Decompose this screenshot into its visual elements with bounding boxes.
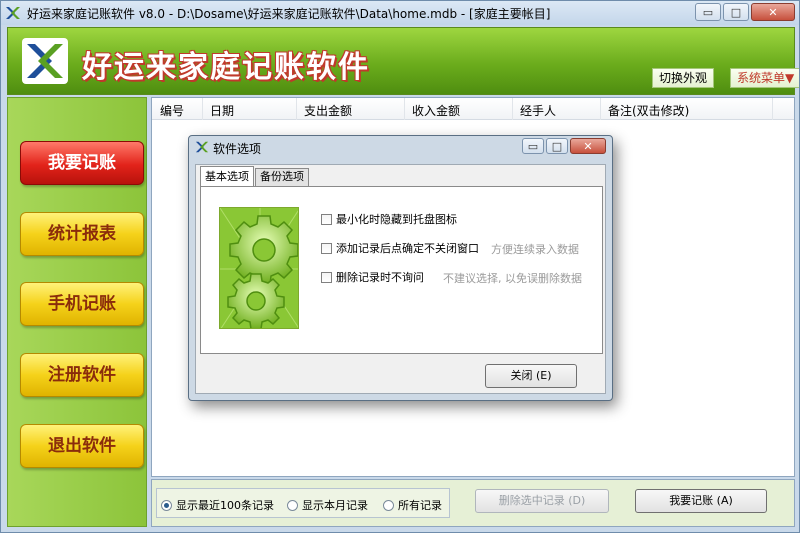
radio-label: 所有记录 [398, 499, 442, 512]
radio-label: 显示本月记录 [302, 499, 368, 512]
column-header-notes[interactable]: 备注(双击修改) [608, 102, 689, 119]
option-delete-no-confirm[interactable]: 删除记录时不询问 [321, 269, 424, 285]
column-header-income[interactable]: 收入金额 [412, 102, 460, 119]
minimize-icon: ▭ [527, 139, 539, 153]
radio-unselected-icon [287, 499, 298, 511]
option-label: 删除记录时不询问 [336, 271, 424, 284]
option-keep-window-open[interactable]: 添加记录后点确定不关闭窗口 [321, 240, 479, 256]
dialog-maximize-button[interactable]: □ [546, 138, 568, 154]
switch-skin-button[interactable]: 切换外观 [652, 68, 715, 88]
gear-icon [219, 207, 299, 329]
dialog-title: 软件选项 [213, 141, 262, 156]
close-icon: ✕ [768, 5, 778, 19]
app-logo-icon [5, 5, 21, 21]
column-header-date[interactable]: 日期 [210, 102, 234, 119]
radio-label: 显示最近100条记录 [176, 499, 274, 512]
minimize-button[interactable]: ▭ [695, 3, 721, 21]
dialog-window-controls: ▭ □ ✕ [520, 138, 606, 154]
sidebar-item-register[interactable]: 注册软件 [20, 353, 144, 397]
add-record-button[interactable]: 我要记账 (A) [635, 489, 767, 513]
record-filter-group: 显示最近100条记录 显示本月记录 所有记录 [156, 488, 450, 518]
sidebar-item-mobile[interactable]: 手机记账 [20, 282, 144, 326]
option-label: 最小化时隐藏到托盘图标 [336, 213, 457, 226]
tab-backup-options[interactable]: 备份选项 [255, 168, 309, 186]
window-title: 好运来家庭记账软件 v8.0 - D:\Dosame\好运来家庭记账软件\Dat… [27, 6, 551, 21]
column-header-expense[interactable]: 支出金额 [304, 102, 352, 119]
option-hint: 方便连续录入数据 [491, 243, 579, 256]
option-label: 添加记录后点确定不关闭窗口 [336, 242, 479, 255]
sidebar-item-add-record[interactable]: 我要记账 [20, 141, 144, 185]
main-window: 好运来家庭记账软件 v8.0 - D:\Dosame\好运来家庭记账软件\Dat… [0, 0, 800, 533]
basic-options-panel: 最小化时隐藏到托盘图标 添加记录后点确定不关闭窗口 方便连续录入数据 删除记录时… [200, 186, 603, 354]
bottom-toolbar: 显示最近100条记录 显示本月记录 所有记录 删除选中记录 (D) 我要记账 (… [151, 479, 795, 527]
checkbox-icon [321, 213, 332, 225]
tab-basic-options[interactable]: 基本选项 [200, 166, 254, 186]
dialog-body: 基本选项 备份选项 最小化时隐藏到托盘图标 添加记录后点确定不关闭窗口 方便连续… [195, 164, 606, 394]
options-dialog: 软件选项 ▭ □ ✕ 基本选项 备份选项 最小化时隐藏到托盘图标 添加记录后点确… [188, 135, 613, 401]
option-minimize-to-tray[interactable]: 最小化时隐藏到托盘图标 [321, 211, 457, 227]
brand-logo-icon [22, 38, 68, 84]
close-button[interactable]: ✕ [751, 3, 795, 21]
checkbox-icon [321, 271, 332, 283]
maximize-button[interactable]: □ [723, 3, 749, 21]
banner-title: 好运来家庭记账软件 [82, 50, 370, 85]
dialog-title-bar[interactable]: 软件选项 ▭ □ ✕ [189, 136, 612, 160]
app-logo-icon [195, 140, 209, 157]
system-menu-button[interactable]: 系统菜单▼ [730, 68, 799, 88]
title-bar[interactable]: 好运来家庭记账软件 v8.0 - D:\Dosame\好运来家庭记账软件\Dat… [1, 1, 799, 25]
dialog-minimize-button[interactable]: ▭ [522, 138, 544, 154]
checkbox-icon [321, 242, 332, 254]
radio-this-month[interactable]: 显示本月记录 [287, 497, 368, 513]
minimize-icon: ▭ [702, 5, 714, 19]
delete-selected-button[interactable]: 删除选中记录 (D) [475, 489, 609, 513]
sidebar: 我要记账 统计报表 手机记账 注册软件 退出软件 [7, 97, 147, 527]
sidebar-item-exit[interactable]: 退出软件 [20, 424, 144, 468]
table-header: 编号 日期 支出金额 收入金额 经手人 备注(双击修改) [152, 98, 794, 120]
maximize-icon: □ [730, 5, 742, 19]
window-controls: ▭ □ ✕ [693, 3, 795, 21]
option-hint: 不建议选择, 以免误删除数据 [443, 272, 582, 285]
radio-recent-100[interactable]: 显示最近100条记录 [161, 497, 274, 513]
radio-all-records[interactable]: 所有记录 [383, 497, 442, 513]
dialog-close-button[interactable]: ✕ [570, 138, 606, 154]
radio-selected-icon [161, 499, 172, 511]
sidebar-item-reports[interactable]: 统计报表 [20, 212, 144, 256]
options-tabs: 基本选项 备份选项 [200, 166, 310, 186]
maximize-icon: □ [551, 139, 563, 153]
app-banner: 好运来家庭记账软件 切换外观 系统菜单▼ [7, 27, 799, 95]
close-icon: ✕ [583, 139, 593, 153]
column-header-handler[interactable]: 经手人 [520, 102, 556, 119]
radio-unselected-icon [383, 499, 394, 511]
column-header-id[interactable]: 编号 [160, 102, 184, 119]
dialog-close-action-button[interactable]: 关闭 (E) [485, 364, 577, 388]
